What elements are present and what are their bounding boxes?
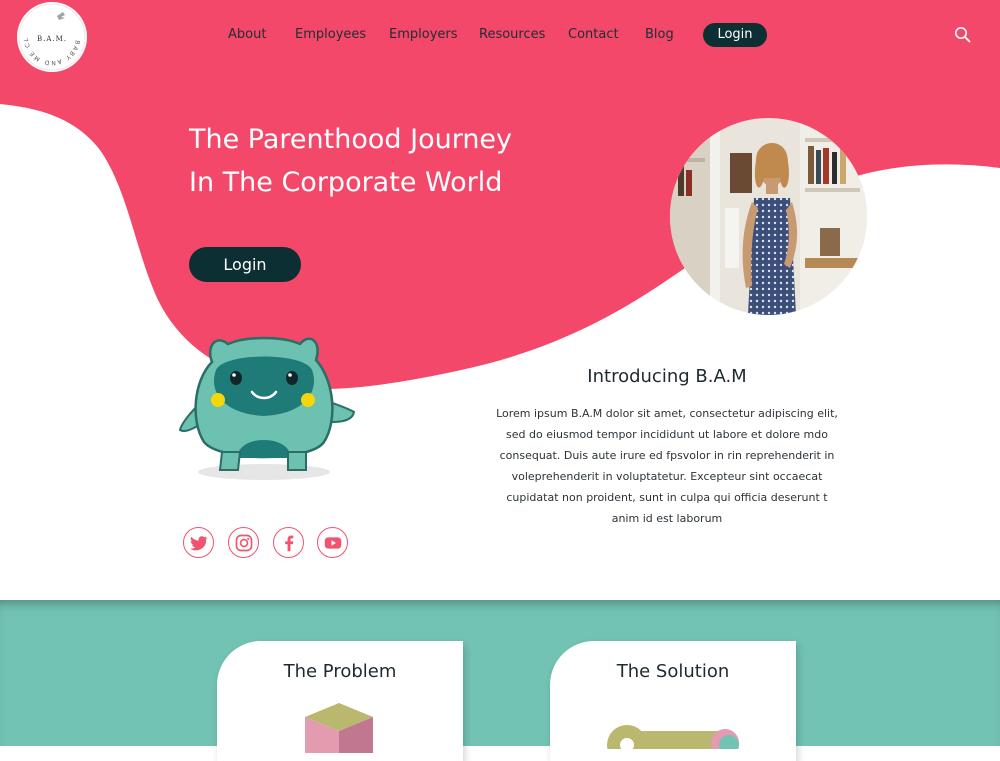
problem-solution-section bbox=[0, 600, 1000, 746]
hero-section: BABY AND ME CLUB B.A.M. About Employees … bbox=[0, 0, 1000, 600]
instagram-icon bbox=[235, 534, 253, 552]
solution-card[interactable]: The Solution bbox=[550, 641, 796, 761]
problem-card[interactable]: The Problem bbox=[217, 641, 463, 761]
hero-title-line2: In The Corporate World bbox=[189, 167, 503, 198]
social-twitter[interactable] bbox=[183, 527, 214, 558]
problem-card-title: The Problem bbox=[283, 661, 397, 682]
nav-item-blog[interactable]: Blog bbox=[645, 27, 674, 42]
social-youtube[interactable] bbox=[317, 527, 348, 558]
hero-login-button[interactable]: Login bbox=[189, 247, 301, 282]
key-icon bbox=[607, 725, 739, 749]
twitter-icon bbox=[190, 536, 208, 551]
founder-photo bbox=[670, 118, 867, 315]
nav-item-about[interactable]: About bbox=[228, 27, 266, 42]
intro-body: Lorem ipsum B.A.M dolor sit amet, consec… bbox=[496, 407, 838, 525]
main-nav: About Employees Employers Resources Cont… bbox=[0, 23, 1000, 49]
nav-item-employers[interactable]: Employers bbox=[389, 27, 458, 42]
hero-title-line1: The Parenthood Journey bbox=[189, 124, 513, 155]
bam-mascot-illustration bbox=[178, 336, 356, 480]
social-instagram[interactable] bbox=[228, 527, 259, 558]
nav-item-employees[interactable]: Employees bbox=[295, 27, 366, 42]
social-facebook[interactable] bbox=[273, 527, 304, 558]
nav-login-button[interactable]: Login bbox=[703, 23, 767, 47]
youtube-icon bbox=[324, 537, 342, 549]
nav-item-resources[interactable]: Resources bbox=[479, 27, 545, 42]
nav-item-contact[interactable]: Contact bbox=[568, 27, 619, 42]
solution-card-title: The Solution bbox=[616, 661, 730, 682]
intro-heading: Introducing B.A.M bbox=[587, 366, 747, 387]
search-icon[interactable] bbox=[954, 26, 971, 43]
facebook-icon bbox=[285, 535, 294, 552]
hero-title: The Parenthood Journey In The Corporate … bbox=[189, 118, 609, 204]
